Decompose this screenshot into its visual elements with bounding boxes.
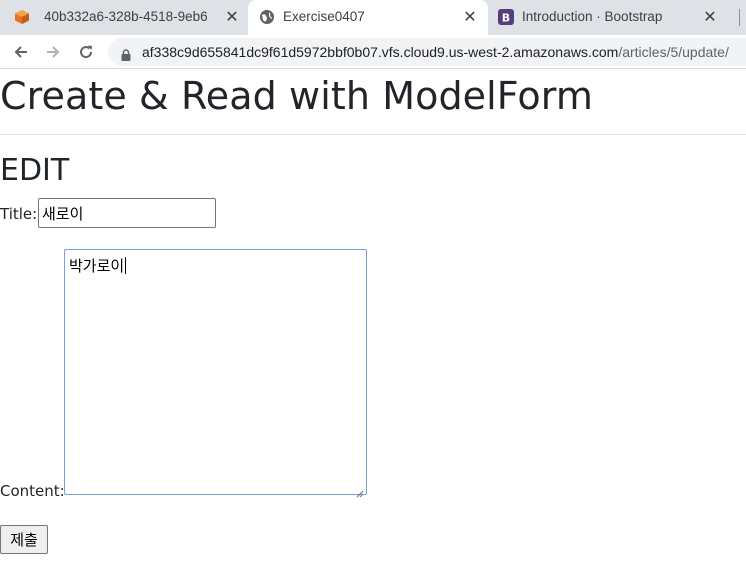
url-path: /articles/5/update/	[618, 44, 729, 60]
close-icon[interactable]: ✕	[460, 7, 480, 27]
back-arrow-icon[interactable]	[10, 41, 32, 63]
tab-divider	[739, 9, 740, 26]
aws-cloud9-icon	[14, 9, 30, 25]
content-textarea[interactable]: 박가로이	[64, 249, 367, 498]
url-text: af338c9d655841dc9f61d5972bbf0b07.vfs.clo…	[142, 44, 729, 60]
title-label: Title:	[0, 205, 38, 223]
tab-exercise0407[interactable]: Exercise0407 ✕	[248, 0, 488, 35]
content-label: Content:	[0, 482, 65, 500]
tab-title: Introduction · Bootstrap	[522, 9, 663, 24]
page-title: Create & Read with ModelForm	[0, 74, 593, 118]
content-text: 박가로이	[69, 257, 125, 275]
forward-arrow-icon[interactable]	[42, 41, 64, 63]
close-icon[interactable]: ✕	[700, 7, 720, 27]
lock-icon	[120, 46, 132, 61]
bootstrap-logo-text: B	[502, 12, 510, 25]
tab-strip: 40b332a6-328b-4518-9eb6 ✕ Exercise0407 ✕…	[0, 0, 746, 35]
tab-title: 40b332a6-328b-4518-9eb6	[44, 9, 208, 24]
globe-icon	[259, 9, 275, 25]
close-icon[interactable]: ✕	[222, 7, 242, 27]
divider	[0, 134, 746, 135]
section-heading: EDIT	[0, 153, 70, 188]
text-caret	[125, 257, 127, 274]
browser-toolbar: af338c9d655841dc9f61d5972bbf0b07.vfs.clo…	[0, 35, 746, 69]
url-host: af338c9d655841dc9f61d5972bbf0b07.vfs.clo…	[142, 44, 619, 60]
address-bar[interactable]: af338c9d655841dc9f61d5972bbf0b07.vfs.clo…	[108, 38, 746, 66]
tab-title: Exercise0407	[283, 9, 365, 24]
tab-cloud9[interactable]: 40b332a6-328b-4518-9eb6 ✕	[0, 0, 248, 35]
reload-icon[interactable]	[75, 41, 97, 63]
submit-button[interactable]: 제출	[0, 525, 48, 554]
title-input[interactable]	[38, 198, 216, 228]
page-content: Create & Read with ModelForm EDIT Title:…	[0, 70, 746, 571]
bootstrap-icon: B	[498, 9, 514, 25]
resize-grip-icon[interactable]	[356, 484, 364, 498]
tab-bootstrap[interactable]: B Introduction · Bootstrap ✕	[488, 0, 728, 35]
